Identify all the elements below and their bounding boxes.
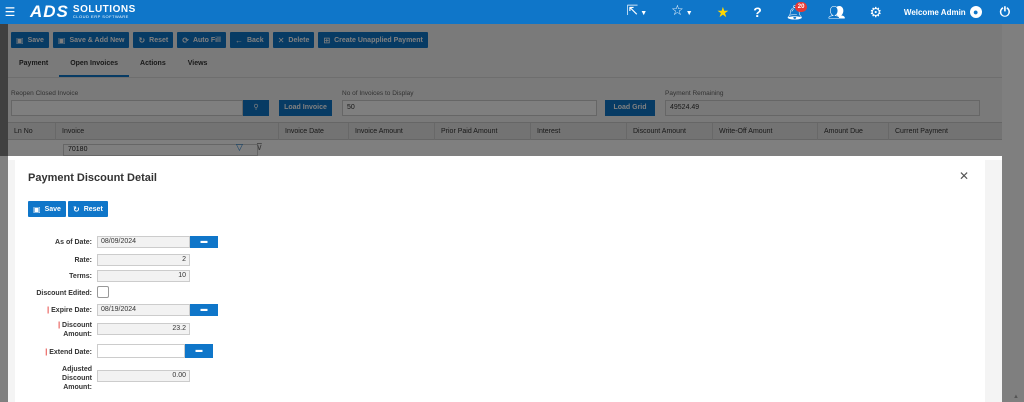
- calendar-icon: ▬: [200, 306, 208, 313]
- user-icon: ●: [969, 6, 982, 18]
- logo[interactable]: ADS SOLUTIONS CLOUD ERP SOFTWARE: [30, 0, 136, 24]
- logo-tagline: CLOUD ERP SOFTWARE: [72, 14, 129, 19]
- extend-date-calendar-button[interactable]: ▬: [185, 344, 213, 358]
- logo-brand: ADS: [30, 2, 69, 21]
- page-scrollbar[interactable]: ▲: [1002, 24, 1024, 402]
- hamburger-menu-icon[interactable]: ☰: [0, 0, 20, 24]
- scroll-up-icon[interactable]: ▲: [1013, 394, 1019, 400]
- close-icon[interactable]: ✕: [959, 169, 969, 183]
- modal-save-button[interactable]: ▣ Save: [28, 201, 66, 217]
- star-icon[interactable]: ★: [717, 0, 730, 24]
- notification-badge: 20: [794, 2, 808, 12]
- help-icon[interactable]: ?: [753, 0, 762, 24]
- favorites-icon[interactable]: ☆ ▼: [671, 0, 693, 26]
- required-marker: |: [45, 349, 48, 356]
- expire-date-calendar-button[interactable]: ▬: [190, 304, 218, 316]
- calendar-icon: ▬: [195, 347, 203, 354]
- calendar-icon: ▬: [200, 238, 208, 245]
- welcome-text: Welcome Admin: [903, 7, 966, 17]
- terms-field[interactable]: 10: [97, 270, 190, 282]
- top-bar: ☰ ADS SOLUTIONS CLOUD ERP SOFTWARE ⇱ ▼ ☆ ▼…: [0, 0, 1024, 24]
- discount-amount-label: | Discount Amount:: [58, 322, 92, 338]
- welcome-user[interactable]: Welcome Admin ●: [904, 6, 982, 18]
- expire-date-label: | Expire Date:: [47, 307, 92, 314]
- rate-label: Rate:: [74, 257, 92, 264]
- modal-reset-button[interactable]: ↻ Reset: [68, 201, 108, 217]
- as-of-date-field[interactable]: 08/09/2024: [97, 236, 190, 248]
- required-marker: |: [58, 322, 61, 329]
- rate-field[interactable]: 2: [97, 254, 190, 266]
- discount-edited-label: Discount Edited:: [36, 290, 92, 297]
- gear-icon[interactable]: ⚙: [869, 0, 882, 24]
- required-marker: |: [47, 307, 50, 314]
- expire-date-field[interactable]: 08/19/2024: [97, 304, 190, 316]
- as-of-date-label: As of Date:: [55, 239, 92, 246]
- save-icon: ▣: [33, 204, 41, 214]
- top-right-actions: ⇱ ▼ ☆ ▼ ★ ? 🔔︎ 20 👥︎ ⚙ Welcome Admin ● ⏻: [614, 0, 1024, 24]
- extend-date-field[interactable]: [97, 344, 185, 358]
- payment-discount-modal: Payment Discount Detail ✕ ▣ Save ↻ Reset A…: [15, 156, 985, 402]
- extend-date-label: | Extend Date:: [45, 349, 92, 356]
- discount-edited-checkbox[interactable]: [97, 286, 109, 298]
- discount-amount-field[interactable]: 23.2: [97, 323, 190, 335]
- power-icon[interactable]: ⏻: [1000, 4, 1010, 20]
- modal-title: Payment Discount Detail: [28, 172, 157, 184]
- adjusted-discount-amount-label: Adjusted Discount Amount:: [62, 366, 92, 391]
- modal-backdrop: [0, 24, 1002, 156]
- as-of-date-calendar-button[interactable]: ▬: [190, 236, 218, 248]
- reset-icon: ↻: [73, 204, 80, 214]
- bell-icon[interactable]: 🔔︎ 20: [786, 0, 808, 24]
- share-icon[interactable]: ⇱ ▼: [626, 0, 647, 26]
- adjusted-discount-amount-field[interactable]: 0.00: [97, 370, 190, 382]
- terms-label: Terms:: [69, 273, 92, 280]
- users-icon[interactable]: 👥︎: [828, 0, 846, 24]
